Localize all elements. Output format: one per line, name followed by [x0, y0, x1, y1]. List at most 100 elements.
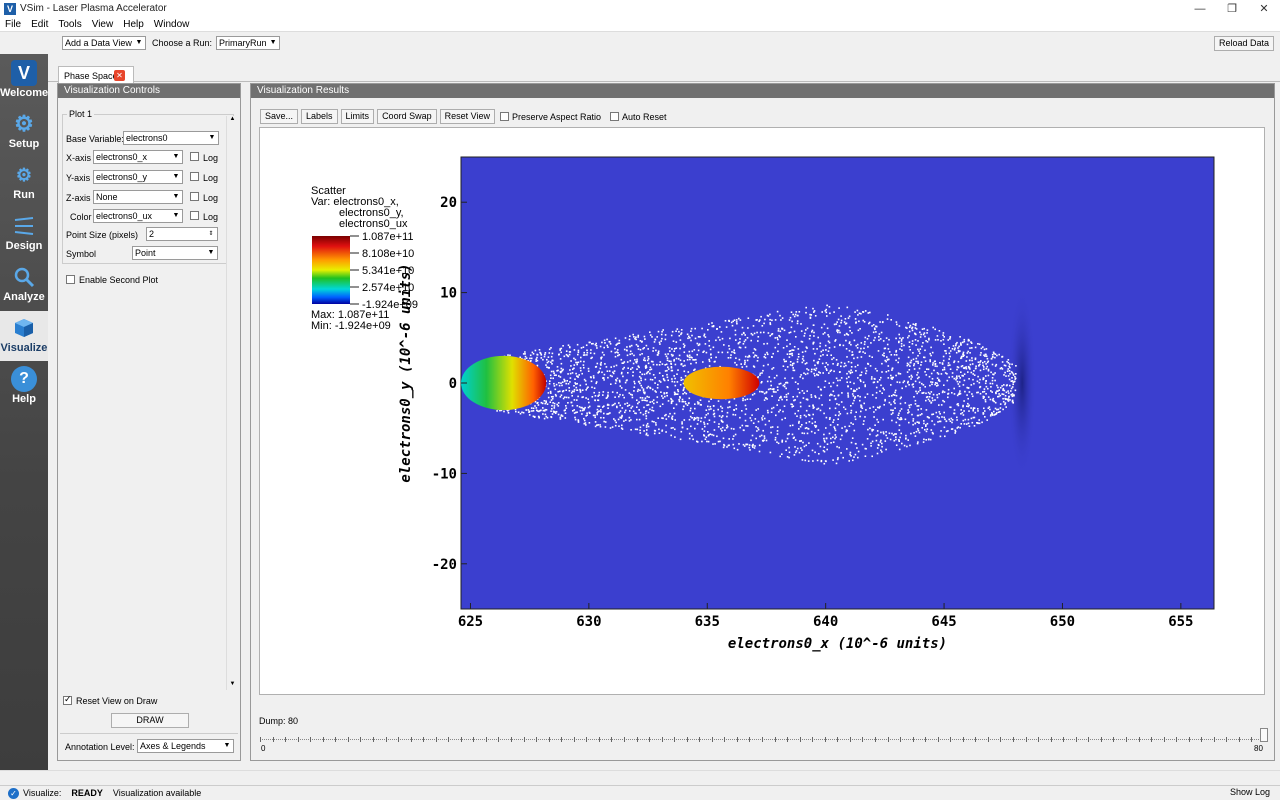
- limits-button[interactable]: Limits: [340, 109, 375, 124]
- menu-edit[interactable]: Edit: [26, 19, 53, 30]
- scatter-point: [633, 386, 636, 388]
- add-data-view-dropdown[interactable]: Add a Data View ▼: [62, 36, 146, 50]
- color-dropdown[interactable]: electrons0_ux ▼: [93, 209, 183, 223]
- point-size-spinbox[interactable]: 2 ⇕: [146, 227, 218, 241]
- scatter-point: [536, 356, 538, 359]
- scatter-point: [870, 342, 872, 344]
- scatter-point: [923, 332, 926, 334]
- scatter-point: [728, 438, 730, 440]
- scatter-point: [800, 374, 802, 376]
- scatter-point: [840, 377, 843, 379]
- scatter-point: [811, 422, 814, 425]
- nav-visualize[interactable]: Visualize: [0, 311, 48, 361]
- draw-button[interactable]: DRAW: [111, 713, 189, 728]
- base-variable-dropdown[interactable]: electrons0 ▼: [123, 131, 219, 145]
- scatter-point: [806, 432, 809, 435]
- scatter-point: [580, 347, 583, 349]
- run-dropdown[interactable]: PrimaryRun ▼: [216, 36, 281, 50]
- scatter-point: [935, 411, 938, 414]
- scatter-plot[interactable]: 625 630 635 640 645 650 65520100-10-20electron…: [260, 128, 1264, 694]
- scatter-point: [636, 390, 639, 393]
- auto-reset-checkbox[interactable]: [610, 112, 619, 121]
- nav-analyze[interactable]: Analyze: [0, 260, 48, 310]
- scatter-point: [792, 369, 795, 372]
- scatter-point: [900, 338, 903, 341]
- scatter-point: [880, 439, 882, 442]
- nav-help[interactable]: ? Help: [0, 362, 48, 412]
- nav-setup[interactable]: ⚙ Setup: [0, 107, 48, 157]
- scatter-point: [914, 435, 917, 437]
- scroll-up-icon[interactable]: ▲: [228, 116, 237, 125]
- nav-run[interactable]: ⚙ Run: [0, 158, 48, 208]
- save-button[interactable]: Save...: [260, 109, 299, 124]
- scatter-point: [938, 420, 941, 423]
- menu-file[interactable]: File: [0, 19, 26, 30]
- reload-data-button[interactable]: Reload Data: [1213, 35, 1274, 51]
- scatter-point: [951, 348, 954, 350]
- labels-button[interactable]: Labels: [301, 109, 338, 124]
- annotation-level-dropdown[interactable]: Axes & Legends ▼: [137, 739, 234, 753]
- scatter-point: [742, 443, 745, 446]
- tab-phase-space[interactable]: Phase Space ✕: [58, 66, 134, 83]
- color-log-checkbox[interactable]: [190, 211, 199, 220]
- show-log-button[interactable]: Show Log: [1226, 786, 1274, 800]
- scatter-point: [765, 391, 768, 393]
- slider-tick: [385, 737, 387, 742]
- scatter-point: [675, 341, 678, 343]
- minimize-button[interactable]: —: [1184, 0, 1216, 17]
- scroll-down-icon[interactable]: ▼: [228, 681, 237, 690]
- scatter-point: [550, 347, 552, 349]
- scatter-point: [738, 358, 741, 361]
- scatter-point: [850, 343, 852, 346]
- scatter-point: [560, 367, 563, 370]
- coord-swap-button[interactable]: Coord Swap: [377, 109, 437, 124]
- scatter-point: [658, 372, 661, 374]
- scatter-point: [997, 408, 1000, 411]
- scatter-point: [824, 441, 826, 443]
- scatter-point: [704, 343, 707, 345]
- scatter-point: [834, 434, 837, 436]
- scatter-point: [871, 430, 873, 432]
- scatter-point: [818, 397, 821, 400]
- z-axis-dropdown[interactable]: None ▼: [93, 190, 183, 204]
- scatter-point: [555, 374, 557, 376]
- scatter-point: [754, 445, 756, 447]
- menu-help[interactable]: Help: [118, 19, 149, 30]
- close-icon[interactable]: ✕: [114, 70, 125, 81]
- menu-view[interactable]: View: [87, 19, 119, 30]
- y-log-checkbox[interactable]: [190, 172, 199, 181]
- reset-view-checkbox[interactable]: [63, 694, 72, 705]
- enable-second-plot-checkbox[interactable]: [66, 275, 75, 284]
- reset-view-button[interactable]: Reset View: [439, 109, 495, 124]
- z-log-checkbox[interactable]: [190, 192, 199, 201]
- symbol-dropdown[interactable]: Point ▼: [132, 246, 218, 260]
- controls-scrollbar[interactable]: ▲ ▼: [226, 116, 237, 690]
- scatter-point: [979, 392, 982, 395]
- scatter-point: [814, 364, 816, 367]
- scatter-point: [987, 369, 990, 372]
- close-button[interactable]: ✕: [1248, 0, 1280, 17]
- nav-design[interactable]: Design: [0, 209, 48, 259]
- preserve-aspect-checkbox[interactable]: [499, 112, 509, 121]
- maximize-button[interactable]: ❐: [1216, 0, 1248, 17]
- scatter-point: [702, 351, 704, 353]
- menu-window[interactable]: Window: [149, 19, 195, 30]
- scatter-point: [496, 410, 498, 412]
- scatter-point: [917, 354, 919, 357]
- scatter-point: [713, 412, 716, 415]
- scatter-point: [639, 371, 641, 373]
- slider-max-label: 80: [1254, 744, 1263, 753]
- scatter-point: [627, 367, 629, 369]
- scatter-point: [680, 379, 682, 381]
- scatter-point: [746, 398, 749, 400]
- x-log-checkbox[interactable]: [190, 152, 199, 161]
- scatter-point: [849, 451, 852, 454]
- scatter-point: [836, 403, 838, 405]
- y-axis-dropdown[interactable]: electrons0_y ▼: [93, 170, 183, 184]
- slider-handle[interactable]: [1260, 728, 1268, 742]
- menu-tools[interactable]: Tools: [53, 19, 86, 30]
- plot-area[interactable]: 625 630 635 640 645 650 655 20 10 0 -10 -20 electron…: [259, 127, 1265, 695]
- x-axis-dropdown[interactable]: electrons0_x ▼: [93, 150, 183, 164]
- scatter-point: [685, 403, 687, 405]
- nav-welcome[interactable]: V Welcome: [0, 56, 48, 106]
